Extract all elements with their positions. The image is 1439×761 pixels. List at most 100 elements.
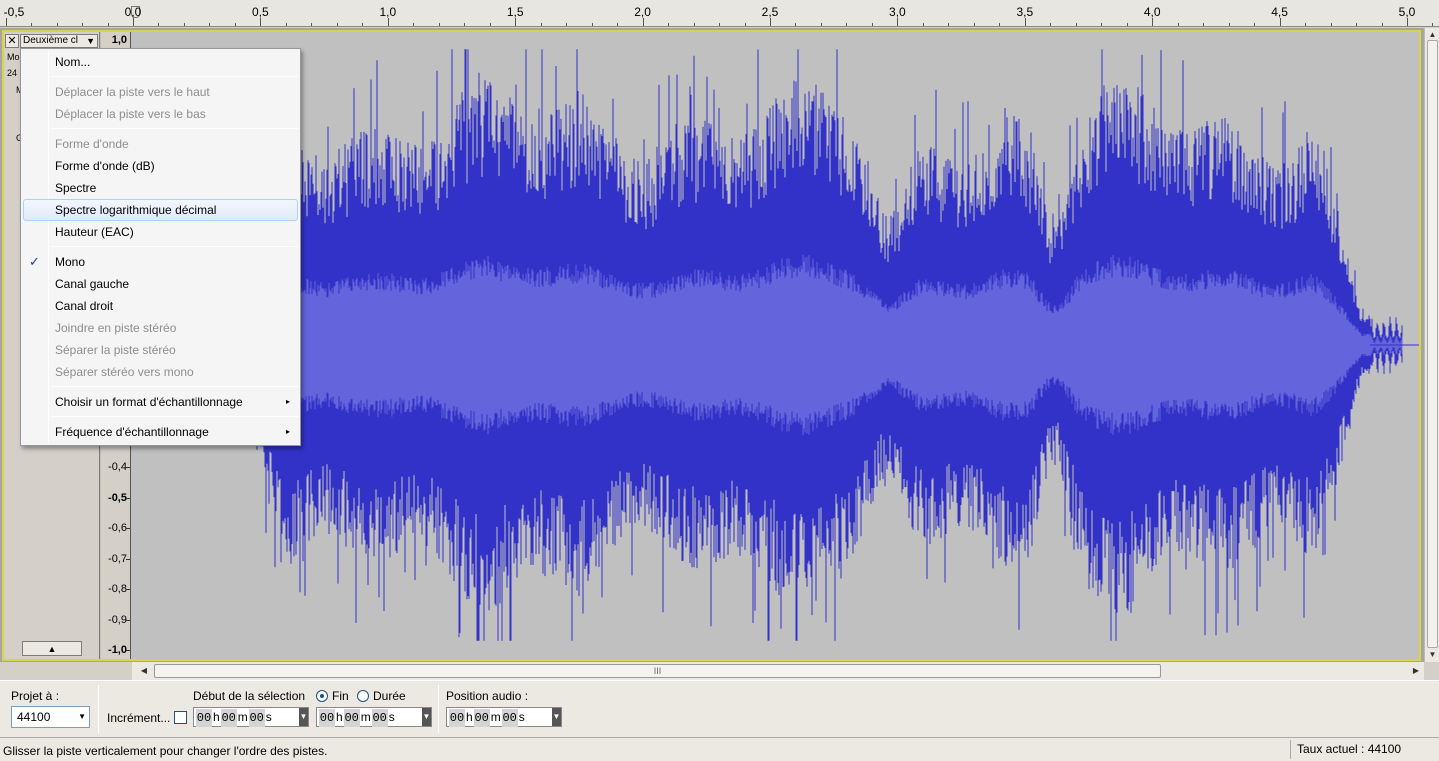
timeline-minor-tick <box>1330 23 1332 26</box>
length-radio[interactable] <box>357 690 369 702</box>
minutes-digit: 00 <box>220 709 237 727</box>
timeline-tick-label: 1,0 <box>379 5 397 19</box>
menu-item-joindre-en-piste-stereo: Joindre en piste stéréo <box>23 317 298 339</box>
timeline-minor-tick <box>1305 23 1307 26</box>
selection-start-time[interactable]: 00 h 00 m 00 s ▼ <box>193 707 309 727</box>
timeline-minor-tick <box>846 23 848 26</box>
toolbar-divider <box>438 685 439 733</box>
menu-item-label: Mono <box>55 255 86 269</box>
menu-item-label: Forme d'onde <box>55 137 129 151</box>
amplitude-tick <box>126 467 130 468</box>
timeline-minor-tick <box>158 23 160 26</box>
timeline-minor-tick <box>999 23 1001 26</box>
timeline-minor-tick <box>617 23 619 26</box>
menu-item-separer-stereo-vers-mono: Séparer stéréo vers mono <box>23 361 298 383</box>
menu-item-choisir-un-format-d-echantillonnage[interactable]: Choisir un format d'échantillonnage ▸ <box>23 391 298 413</box>
current-rate-status: Taux actuel : 44100 <box>1290 740 1401 759</box>
timeline-minor-tick <box>1356 23 1358 26</box>
menu-item-forme-d-onde-db[interactable]: Forme d'onde (dB) <box>23 155 298 177</box>
timeline-tick-label: -0,5 <box>3 5 25 19</box>
timeline-tick-mark <box>642 18 644 26</box>
seconds-unit: s <box>518 710 525 724</box>
selection-end-time[interactable]: 00 h 00 m 00 s ▼ <box>316 707 432 727</box>
end-radio[interactable] <box>316 690 328 702</box>
menu-separator <box>51 128 298 129</box>
timeline-tick-mark <box>1024 18 1026 26</box>
timeline-minor-tick <box>668 23 670 26</box>
track-context-menu: Nom... Déplacer la piste vers le haut Dépl… <box>20 48 301 446</box>
snap-to-checkbox[interactable] <box>174 711 187 724</box>
chevron-down-icon: ▼ <box>86 36 95 46</box>
timeline-minor-tick <box>489 23 491 26</box>
track-name-dropdown[interactable]: Deuxième cl ▼ <box>20 34 98 48</box>
vertical-scroll-thumb[interactable] <box>1427 40 1438 648</box>
timeline-minor-tick <box>56 23 58 26</box>
menu-item-spectre-logarithmique-decimal[interactable]: Spectre logarithmique décimal <box>23 199 298 221</box>
amplitude-label: -0,5 <box>108 491 127 504</box>
amplitude-tick <box>126 497 130 499</box>
minutes-unit: m <box>237 710 248 724</box>
chevron-down-icon[interactable]: ▼ <box>552 708 561 726</box>
menu-item-canal-droit[interactable]: Canal droit <box>23 295 298 317</box>
menu-item-nom[interactable]: Nom... <box>23 51 298 73</box>
scroll-up-icon[interactable]: ▲ <box>1427 29 1438 40</box>
timeline-minor-tick <box>744 23 746 26</box>
horizontal-scroll-thumb[interactable]: III <box>154 664 1161 678</box>
timeline-minor-tick <box>336 23 338 26</box>
menu-item-spectre[interactable]: Spectre <box>23 177 298 199</box>
project-rate-select[interactable]: 44100 ▼ <box>11 706 90 728</box>
timeline-tick-mark <box>515 18 517 26</box>
timeline-ruler[interactable]: -0,5 0,0 0,5 1,0 1,5 2,0 2,5 3,0 3,5 4,0 4,5 5,0 <box>0 0 1439 27</box>
menu-item-frequence-d-echantillonnage[interactable]: Fréquence d'échantillonnage ▸ <box>23 421 298 443</box>
amplitude-tick <box>126 589 130 590</box>
timeline-minor-tick <box>209 23 211 26</box>
arrow-up-icon: ▲ <box>47 644 57 654</box>
grip-icon: III <box>653 666 662 676</box>
menu-item-label: Joindre en piste stéréo <box>55 321 177 335</box>
scroll-right-icon[interactable]: ▶ <box>1410 665 1422 677</box>
end-label: Fin <box>332 689 349 703</box>
timeline-tick-mark <box>133 18 134 26</box>
timeline-minor-tick <box>438 23 440 26</box>
track-close-button[interactable]: ✕ <box>5 34 19 48</box>
scroll-down-icon[interactable]: ▼ <box>1427 649 1438 660</box>
chevron-down-icon[interactable]: ▼ <box>422 708 431 726</box>
hours-unit: h <box>213 710 220 724</box>
timeline-tick-mark <box>897 18 899 26</box>
seconds-unit: s <box>265 710 272 724</box>
hours-digit: 00 <box>449 709 465 727</box>
amplitude-top-label: 1,0 <box>111 34 127 46</box>
scroll-left-icon[interactable]: ◀ <box>138 665 150 677</box>
timeline-tick-mark <box>1152 18 1154 26</box>
waveform-svg <box>227 49 1419 641</box>
timeline-tick-label: 0,0 <box>124 5 142 19</box>
horizontal-scrollbar[interactable]: ◀ III ▶ <box>132 662 1424 680</box>
radio-selected-dot <box>320 694 324 698</box>
audio-position-time[interactable]: 00 h 00 m 00 s ▼ <box>446 707 562 727</box>
selection-start-label: Début de la sélection <box>193 689 306 703</box>
minutes-digit: 00 <box>343 709 360 727</box>
collapse-track-button[interactable]: ▲ <box>22 641 82 656</box>
timeline-minor-tick <box>1075 23 1077 26</box>
timeline-tick-mark <box>1407 18 1408 26</box>
timeline-tick-mark <box>387 18 389 26</box>
menu-separator <box>51 76 298 77</box>
chevron-down-icon: ▼ <box>78 712 86 721</box>
timeline-minor-tick <box>1050 23 1052 26</box>
vertical-scrollbar[interactable]: ▲ ▼ <box>1424 28 1439 662</box>
timeline-minor-tick <box>973 23 975 26</box>
timeline-minor-tick <box>1177 23 1179 26</box>
menu-separator <box>51 416 298 417</box>
amplitude-tick <box>126 558 130 560</box>
menu-separator <box>51 246 298 247</box>
amplitude-label: -0,4 <box>108 461 127 473</box>
waveform-display[interactable] <box>132 32 1419 659</box>
amplitude-tick <box>126 650 130 651</box>
chevron-down-icon[interactable]: ▼ <box>299 708 308 726</box>
menu-item-hauteur-eac[interactable]: Hauteur (EAC) <box>23 221 298 243</box>
menu-item-canal-gauche[interactable]: Canal gauche <box>23 273 298 295</box>
timeline-minor-tick <box>413 23 415 26</box>
timeline-minor-tick <box>1126 23 1128 26</box>
menu-item-mono[interactable]: ✓ Mono <box>23 251 298 273</box>
track-name-label: Deuxième cl <box>23 35 79 46</box>
